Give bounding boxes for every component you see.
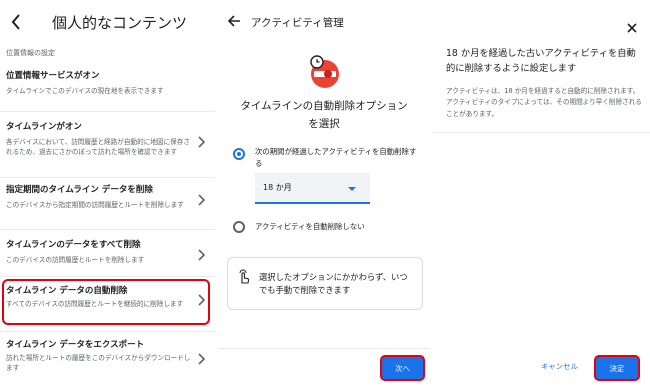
close-icon[interactable] (625, 20, 639, 34)
next-button[interactable]: 次へ (382, 357, 423, 379)
chevron-right-icon (196, 191, 206, 206)
confirm-body: アクティビティは、18 か月を経過すると自動的に削除されます。アクティビティのタ… (446, 87, 642, 118)
activity-control-panel: アクティビティ管理 タイムラインの自動削除オプションを選択 次の期間が経過したア… (219, 0, 429, 387)
option-label: アクティビティを自動削除しない (255, 222, 365, 231)
chevron-right-icon (196, 246, 206, 261)
item-title: タイムラインがオン (6, 122, 82, 132)
confirm-button[interactable]: 決定 (596, 357, 638, 379)
select-value: 18 か月 (263, 183, 292, 192)
list-item-delete-all[interactable]: タイムラインのデータをすべて削除 このデバイスの訪問履歴とルートを削除します (0, 239, 215, 266)
list-item-export[interactable]: タイムライン データをエクスポート 訪れた場所とルートの履歴をこのデバイスからダ… (0, 339, 215, 373)
radio-auto-delete[interactable] (233, 148, 245, 160)
chevron-left-icon[interactable] (6, 10, 26, 34)
section-heading: タイムラインの自動削除オプションを選択 (240, 100, 408, 130)
list-item-location-service[interactable]: 位置情報サービスがオン タイムラインでこのデバイスの現在地を表示できます (0, 70, 215, 97)
divider (0, 229, 215, 230)
section-label: 位置情報の設定 (6, 49, 55, 57)
hand-tap-icon (237, 269, 251, 285)
dropdown-arrow-icon (348, 187, 356, 191)
activity-clock-icon (306, 52, 344, 90)
highlight-box (2, 279, 210, 325)
item-subtitle: このデバイスの訪問履歴とルートを削除します (6, 256, 145, 264)
divider (0, 111, 215, 112)
cancel-button[interactable]: キャンセル (541, 361, 578, 372)
item-title: 位置情報サービスがオン (6, 71, 100, 81)
period-select[interactable]: 18 か月 (255, 173, 370, 204)
p1-header: 個人的なコンテンツ (0, 0, 215, 44)
p2-header: アクティビティ管理 (219, 0, 429, 44)
item-subtitle: タイムラインでこのデバイスの現在地を表示できます (6, 87, 164, 95)
page-title: 個人的なコンテンツ (52, 13, 188, 32)
personal-content-panel: 個人的なコンテンツ 位置情報の設定 位置情報サービスがオン タイムラインでこのデ… (0, 0, 215, 387)
option-label: 次の期間が経過したアクティビティを自動削除する (255, 147, 417, 168)
item-subtitle: 訪れた場所とルートの履歴をこのデバイスからダウンロードします (6, 354, 191, 372)
info-text: 選択したオプションにかかわらず、いつでも手動で削除できます (259, 272, 408, 295)
item-subtitle: このデバイスから指定期間の訪問履歴とルートを削除します (6, 201, 184, 209)
arrow-left-icon[interactable] (227, 13, 241, 32)
p2-title: アクティビティ管理 (251, 16, 344, 29)
divider (433, 132, 650, 133)
list-item-timeline-on[interactable]: タイムラインがオン 各デバイスにおいて、訪問履歴と経路が自動的に地図に保存される… (0, 121, 215, 157)
info-card: 選択したオプションにかかわらず、いつでも手動で削除できます (227, 257, 423, 310)
list-item-delete-range[interactable]: 指定期間のタイムライン データを削除 このデバイスから指定期間の訪問履歴とルート… (0, 184, 215, 211)
confirm-panel: 18 か月を経過した古いアクティビティを自動的に削除するように設定します アクテ… (433, 0, 650, 387)
divider (0, 276, 215, 277)
divider (0, 177, 215, 178)
confirm-title: 18 か月を経過した古いアクティビティを自動的に削除するように設定します (446, 48, 636, 74)
divider (0, 331, 215, 332)
chevron-right-icon (196, 133, 206, 148)
item-title: 指定期間のタイムライン データを削除 (6, 185, 153, 195)
divider (219, 348, 429, 349)
item-title: タイムラインのデータをすべて削除 (6, 240, 141, 250)
item-subtitle: 各デバイスにおいて、訪問履歴と経路が自動的に地図に保存されるため、過去にさかのぼ… (6, 138, 190, 156)
chevron-right-icon (196, 350, 206, 365)
radio-no-auto-delete[interactable] (233, 221, 245, 233)
item-title: タイムライン データをエクスポート (6, 340, 145, 350)
